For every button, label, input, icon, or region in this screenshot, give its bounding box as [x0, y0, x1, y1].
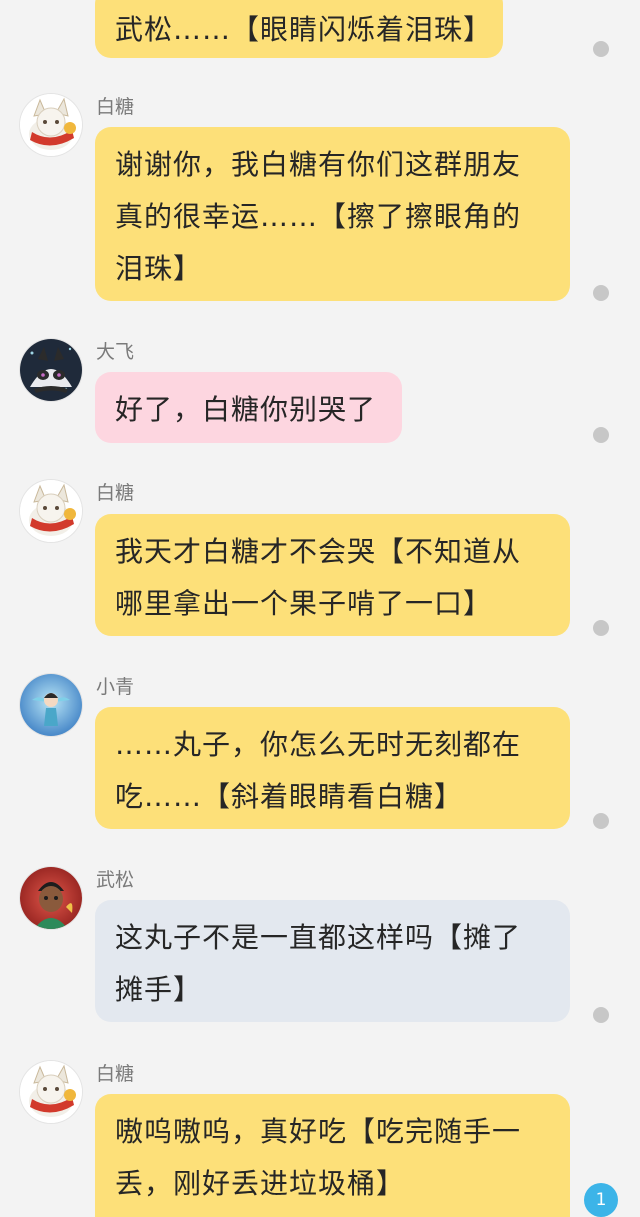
xiaoqing-avatar[interactable] — [20, 674, 82, 736]
read-status-dot — [593, 427, 609, 443]
read-status-dot — [593, 620, 609, 636]
message-text: 谢谢你，我白糖有你们这群朋友真的很幸运……【擦了擦眼角的泪珠】 — [115, 148, 522, 285]
baitang-avatar[interactable] — [20, 480, 82, 542]
sender-name: 大飞 — [96, 341, 135, 363]
message-bubble[interactable]: 好了，白糖你别哭了 — [95, 372, 402, 443]
message-bubble[interactable]: 我天才白糖才不会哭【不知道从哪里拿出一个果子啃了一口】 — [95, 514, 570, 636]
message-text: 好了，白糖你别哭了 — [115, 393, 377, 426]
message-text: ……丸子，你怎么无时无刻都在吃……【斜着眼睛看白糖】 — [115, 728, 522, 813]
message-text: 我天才白糖才不会哭【不知道从哪里拿出一个果子啃了一口】 — [115, 535, 522, 620]
sender-name: 武松 — [96, 869, 135, 891]
read-status-dot — [593, 41, 609, 57]
sender-name: 白糖 — [96, 1063, 135, 1085]
sender-name: 小青 — [96, 676, 135, 698]
message-bubble[interactable]: 嗷呜嗷呜，真好吃【吃完随手一丢，刚好丢进垃圾桶】 — [95, 1094, 570, 1217]
read-status-dot — [593, 285, 609, 301]
baitang-avatar[interactable] — [20, 94, 82, 156]
unread-count-badge[interactable]: 1 — [584, 1183, 618, 1217]
message-bubble[interactable]: ……丸子，你怎么无时无刻都在吃……【斜着眼睛看白糖】 — [95, 707, 570, 829]
baitang-avatar[interactable] — [20, 1061, 82, 1123]
message-text: 武松……【眼睛闪烁着泪珠】 — [115, 13, 493, 46]
message-bubble[interactable]: 谢谢你，我白糖有你们这群朋友真的很幸运……【擦了擦眼角的泪珠】 — [95, 127, 570, 301]
sender-name: 白糖 — [96, 96, 135, 118]
dafei-avatar[interactable] — [20, 339, 82, 401]
message-text: 嗷呜嗷呜，真好吃【吃完随手一丢，刚好丢进垃圾桶】 — [115, 1115, 522, 1200]
sender-name: 白糖 — [96, 482, 135, 504]
read-status-dot — [593, 813, 609, 829]
read-status-dot — [593, 1007, 609, 1023]
chat-area[interactable]: 武松……【眼睛闪烁着泪珠】 白糖 谢谢你，我白糖有你们这群朋友真的很幸运……【擦… — [0, 0, 640, 1217]
message-bubble[interactable]: 武松……【眼睛闪烁着泪珠】 — [95, 0, 503, 58]
wusong-avatar[interactable] — [20, 867, 82, 929]
message-bubble[interactable]: 这丸子不是一直都这样吗【摊了摊手】 — [95, 900, 570, 1022]
message-text: 这丸子不是一直都这样吗【摊了摊手】 — [115, 921, 522, 1006]
